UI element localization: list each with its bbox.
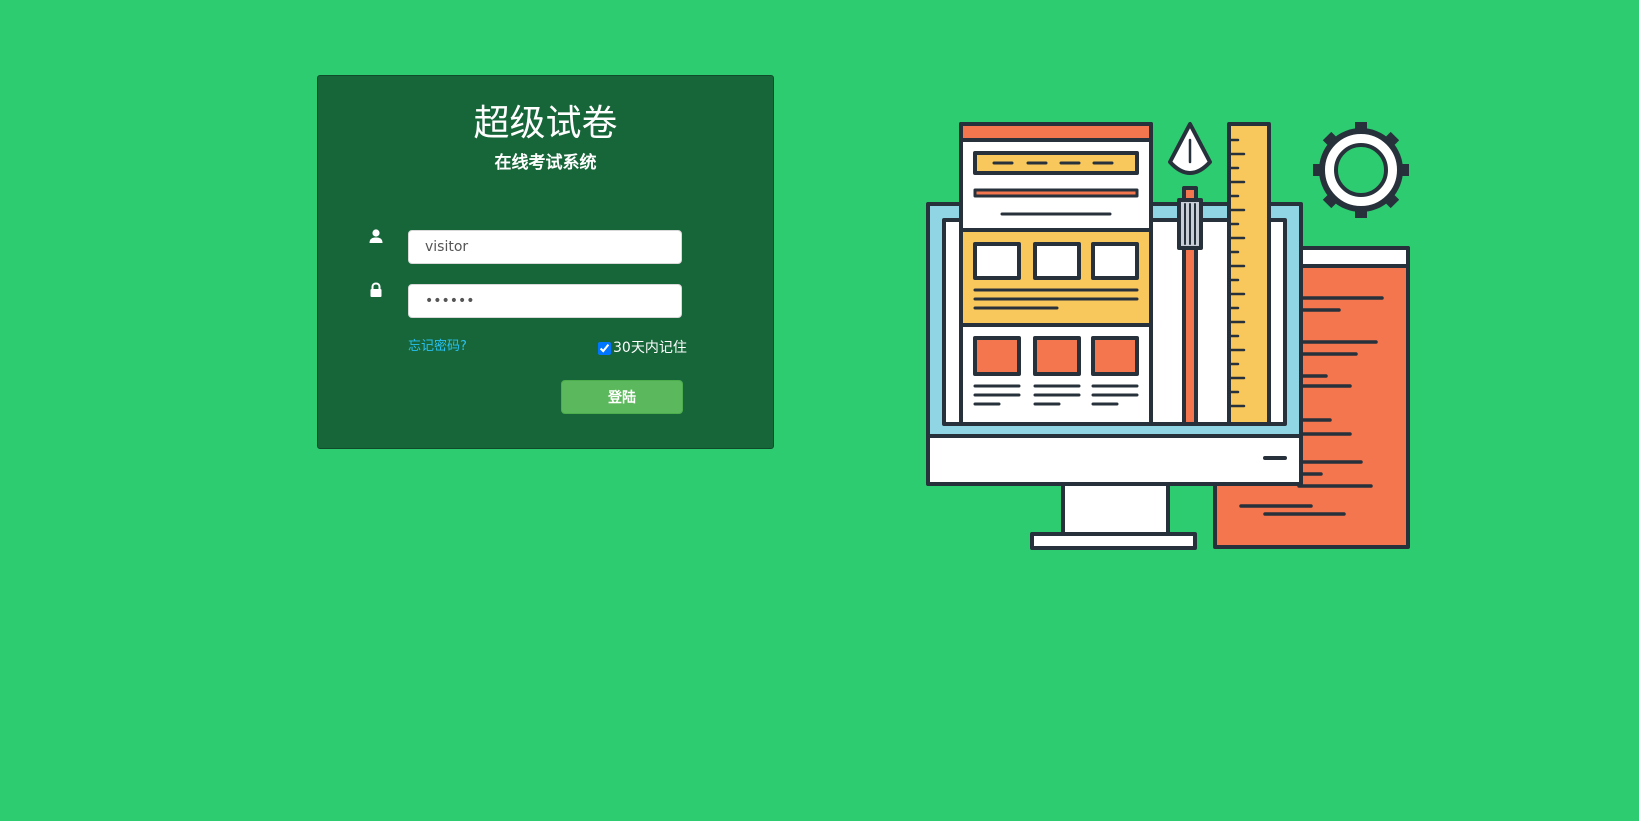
illustration-art xyxy=(926,122,1410,550)
web-design-illustration xyxy=(924,120,1419,550)
password-input[interactable] xyxy=(408,284,682,318)
login-page: 超级试卷 在线考试系统 忘记密码? 30天内记住 登陆 xyxy=(0,0,1639,821)
user-icon xyxy=(368,228,384,246)
username-input[interactable] xyxy=(408,230,682,264)
lock-icon xyxy=(368,282,384,300)
login-button[interactable]: 登陆 xyxy=(561,380,683,414)
app-subtitle: 在线考试系统 xyxy=(494,153,597,173)
remember-checkbox[interactable] xyxy=(598,341,611,355)
remember-me[interactable]: 30天内记住 xyxy=(598,339,687,357)
forgot-password-link[interactable]: 忘记密码? xyxy=(408,338,467,356)
remember-label: 30天内记住 xyxy=(613,340,687,356)
app-title: 超级试卷 xyxy=(473,103,618,144)
login-card: 超级试卷 在线考试系统 忘记密码? 30天内记住 登陆 xyxy=(317,75,774,449)
